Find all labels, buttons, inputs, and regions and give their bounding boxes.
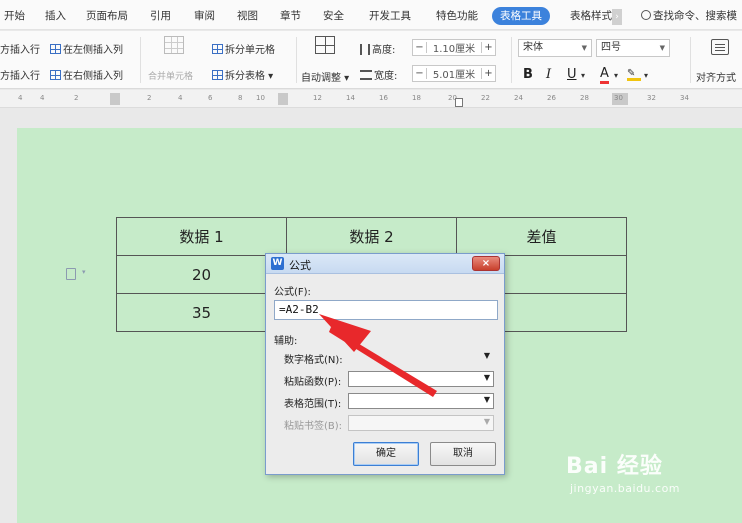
arrow-head: [319, 314, 371, 352]
watermark-url: jingyan.baidu.com: [570, 482, 681, 495]
baidu-watermark: Bai 经验 jingyan.baidu.com: [566, 448, 680, 495]
annotation-arrow: [319, 314, 437, 397]
watermark-logo: Bai 经验: [566, 454, 663, 479]
